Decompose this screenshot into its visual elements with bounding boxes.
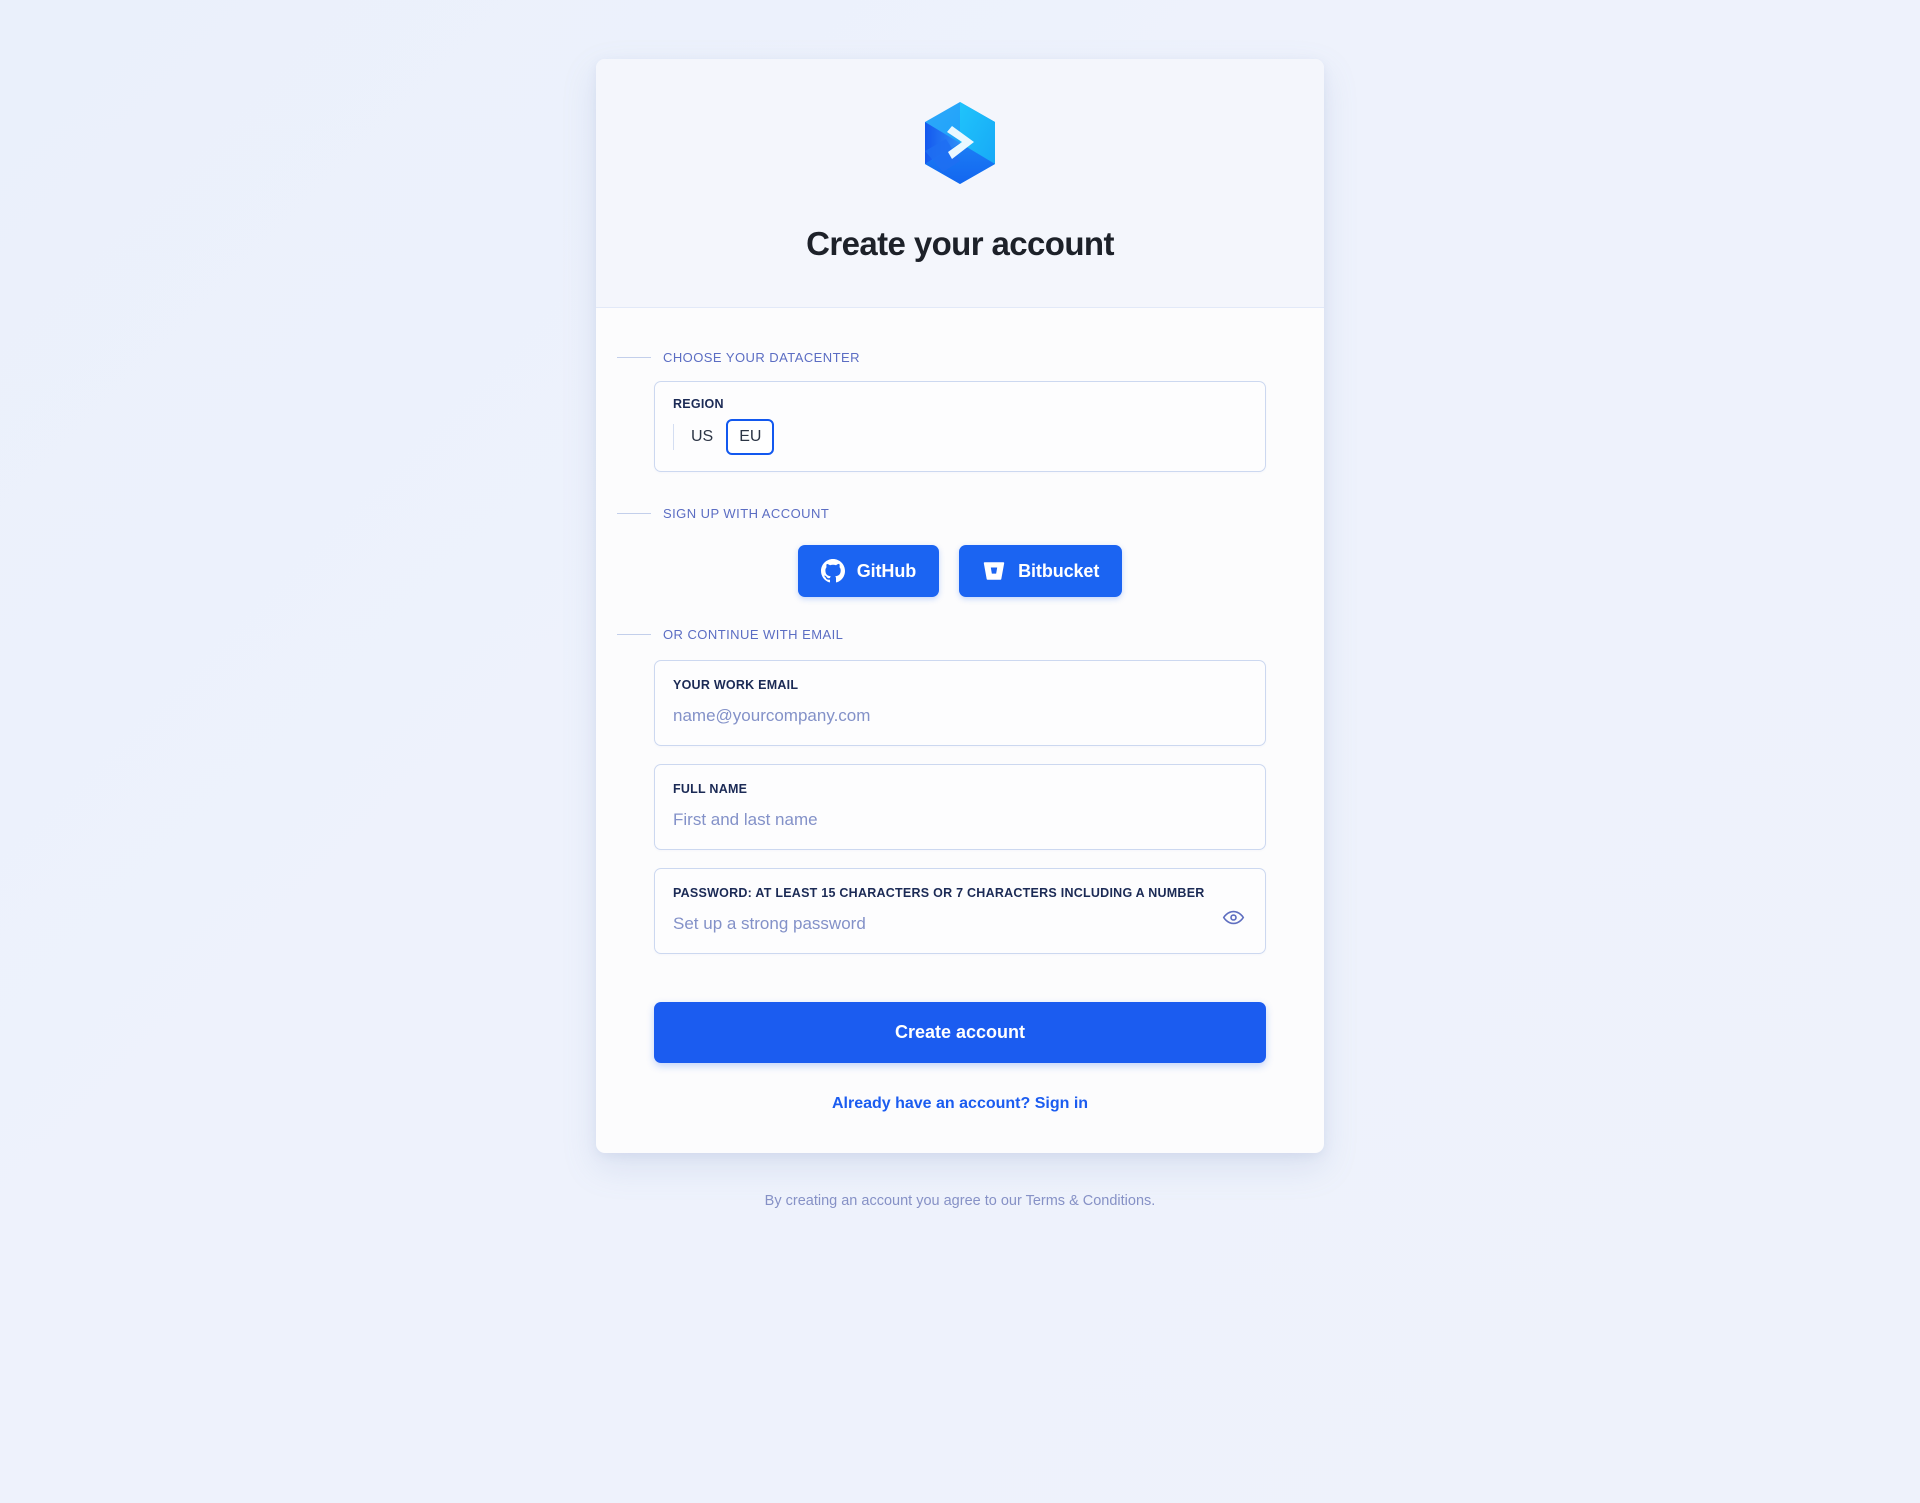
region-divider <box>673 424 674 450</box>
github-button-label: GitHub <box>856 560 917 581</box>
fullname-field-label: FULL NAME <box>673 782 748 796</box>
card-body: CHOOSE YOUR DATACENTER REGION US EU SIGN… <box>596 308 1324 1153</box>
signin-link[interactable]: Already have an account? Sign in <box>654 1095 1266 1113</box>
bitbucket-icon <box>983 562 1005 580</box>
section-label-text: CHOOSE YOUR DATACENTER <box>663 350 860 365</box>
password-input[interactable] <box>673 914 1220 934</box>
email-field: YOUR WORK EMAIL <box>654 660 1266 746</box>
divider-rule <box>617 513 651 514</box>
github-icon <box>820 559 845 583</box>
section-label-text: SIGN UP WITH ACCOUNT <box>663 506 830 521</box>
region-option-eu[interactable]: EU <box>726 419 775 455</box>
password-field-label: PASSWORD: AT LEAST 15 CHARACTERS OR 7 CH… <box>673 886 1205 900</box>
hexagon-chevron-logo <box>925 102 995 184</box>
bitbucket-signup-button[interactable]: Bitbucket <box>959 545 1123 597</box>
divider-rule <box>617 357 651 358</box>
signup-card: Create your account CHOOSE YOUR DATACENT… <box>596 59 1324 1153</box>
section-label-text: OR CONTINUE WITH EMAIL <box>663 627 844 642</box>
github-signup-button[interactable]: GitHub <box>797 545 940 597</box>
email-section-label: OR CONTINUE WITH EMAIL <box>617 627 1266 642</box>
email-field-label: YOUR WORK EMAIL <box>673 678 799 692</box>
datacenter-section-label: CHOOSE YOUR DATACENTER <box>617 350 1266 365</box>
terms-footer: By creating an account you agree to our … <box>764 1193 1156 1209</box>
password-input-row <box>673 900 1247 934</box>
password-field: PASSWORD: AT LEAST 15 CHARACTERS OR 7 CH… <box>654 868 1266 954</box>
page-title: Create your account <box>806 225 1114 262</box>
divider-rule <box>617 634 651 635</box>
eye-icon <box>1222 910 1245 924</box>
create-account-button[interactable]: Create account <box>654 1002 1266 1063</box>
card-header: Create your account <box>596 59 1324 308</box>
bitbucket-button-label: Bitbucket <box>1018 560 1100 581</box>
region-option-us[interactable]: US <box>678 419 726 455</box>
region-label: REGION <box>673 397 724 411</box>
email-input[interactable] <box>673 706 1247 726</box>
social-buttons: GitHub Bitbucket <box>654 545 1266 597</box>
region-options: US EU <box>673 419 1247 455</box>
password-visibility-toggle[interactable] <box>1220 906 1247 929</box>
social-section-label: SIGN UP WITH ACCOUNT <box>617 506 1266 521</box>
fullname-field: FULL NAME <box>654 764 1266 850</box>
fullname-input[interactable] <box>673 810 1247 830</box>
region-field: REGION US EU <box>654 381 1266 472</box>
